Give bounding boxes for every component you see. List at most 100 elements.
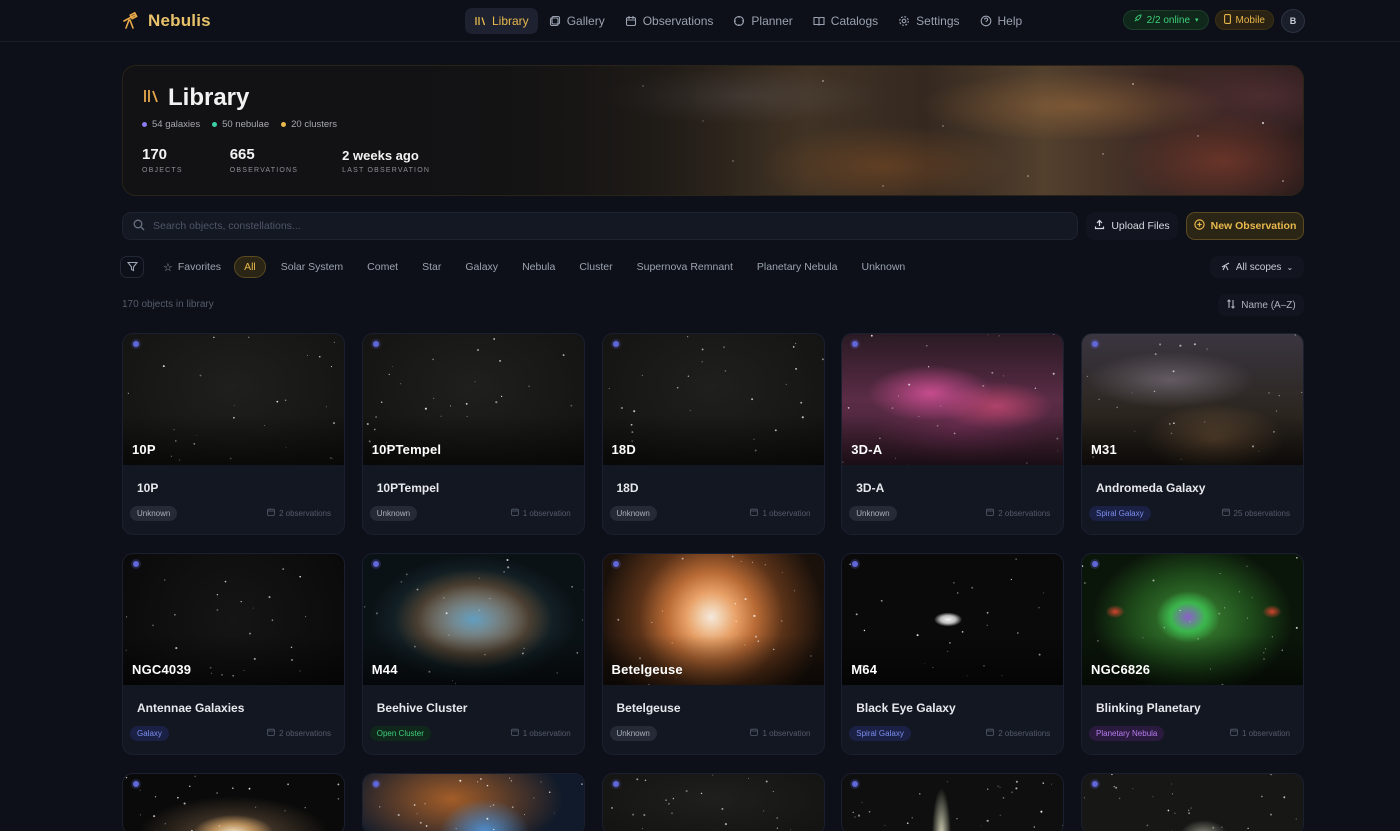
online-status-pill[interactable]: 2/2 online ▾	[1122, 10, 1209, 30]
object-name: 10PTempel	[376, 481, 440, 495]
observation-count: 25 observations	[1221, 508, 1290, 518]
hero-content: Library 54 galaxies 50 nebulae 20 cluste…	[142, 84, 337, 130]
filter-chip-comet[interactable]: Comet	[358, 256, 407, 278]
nebulae-summary: 50 nebulae	[212, 119, 269, 130]
filter-chip-unknown[interactable]: Unknown	[852, 256, 914, 278]
library-icon	[142, 84, 160, 112]
object-card[interactable]	[1081, 773, 1304, 831]
favorite-dot-icon[interactable]	[612, 781, 619, 787]
favorite-dot-icon[interactable]	[612, 341, 619, 347]
object-card[interactable]: 3D-A 3D-A Unknown 2 observations	[841, 333, 1065, 535]
object-type-badge: Galaxy	[130, 726, 169, 741]
thumbnail-fade	[1082, 415, 1303, 465]
object-card[interactable]: 10P 10P Unknown 2 observations	[122, 333, 345, 535]
object-catalog-id: 3D-A	[851, 442, 883, 457]
online-status-label: 2/2 online	[1146, 14, 1191, 26]
object-card[interactable]: NGC4039 Antennae Galaxies Galaxy 2 observat…	[122, 553, 345, 755]
object-card[interactable]	[841, 773, 1065, 831]
filter-icon	[126, 260, 138, 275]
filter-button[interactable]	[120, 256, 144, 278]
filter-chip-all[interactable]: All	[234, 256, 266, 278]
book-icon	[813, 15, 825, 27]
object-type-badge: Unknown	[849, 506, 897, 521]
favorite-dot-icon[interactable]	[1092, 561, 1098, 567]
favorite-dot-icon[interactable]	[612, 561, 619, 567]
nav-catalogs-label: Catalogs	[830, 14, 879, 28]
scope-select[interactable]: All scopes ⌄	[1210, 256, 1304, 278]
calendar-icon	[750, 728, 759, 738]
thumbnail-fade	[362, 635, 584, 685]
filter-chip-supernova-remnant[interactable]: Supernova Remnant	[628, 256, 742, 278]
upload-files-button[interactable]: Upload Files	[1086, 212, 1178, 240]
observation-count: 2 observations	[986, 508, 1050, 518]
object-thumbnail: 3D-A	[842, 334, 1064, 465]
filter-chip-nebula[interactable]: Nebula	[513, 256, 564, 278]
favorite-dot-icon[interactable]	[372, 341, 379, 347]
object-card[interactable]: M64 Black Eye Galaxy Spiral Galaxy 2 observ…	[841, 553, 1065, 755]
nebulae-label: nebulae	[235, 119, 270, 130]
object-thumbnail	[1082, 774, 1303, 831]
calendar-icon	[1221, 508, 1230, 518]
favorite-dot-icon[interactable]	[133, 561, 139, 567]
nav-catalogs[interactable]: Catalogs	[804, 8, 887, 34]
nav-gallery[interactable]: Gallery	[540, 8, 614, 34]
object-card[interactable]: Betelgeuse Betelgeuse Unknown 1 observation	[601, 553, 825, 755]
search-input[interactable]	[153, 220, 1033, 232]
galaxies-count: 54	[152, 119, 163, 130]
nav-observations[interactable]: Observations	[616, 8, 723, 34]
filter-chip-star[interactable]: Star	[413, 256, 450, 278]
observation-count: 2 observations	[267, 508, 331, 518]
calendar-icon	[510, 728, 519, 738]
search-bar[interactable]	[122, 212, 1078, 240]
observation-count: 1 observation	[1230, 728, 1290, 738]
nav-gallery-label: Gallery	[566, 14, 605, 28]
filter-favorites-label: Favorites	[177, 261, 222, 273]
nav-library[interactable]: Library	[465, 8, 538, 34]
status-pills: 2/2 online ▾ Mobile	[1122, 10, 1274, 30]
galaxies-summary: 54 galaxies	[142, 119, 200, 130]
favorite-dot-icon[interactable]	[1092, 341, 1098, 347]
favorite-dot-icon[interactable]	[133, 781, 139, 787]
filter-chip-galaxy[interactable]: Galaxy	[456, 256, 507, 278]
hero-summary: 54 galaxies 50 nebulae 20 clusters	[142, 119, 337, 130]
favorite-dot-icon[interactable]	[372, 781, 379, 787]
object-card[interactable]: NGC6826 Blinking Planetary Planetary Nebul…	[1081, 553, 1304, 755]
mobile-pill[interactable]: Mobile	[1214, 10, 1274, 30]
nav-planner[interactable]: Planner	[724, 8, 801, 34]
galaxies-label: galaxies	[165, 119, 201, 130]
stat-objects-label: OBJECTS	[142, 167, 183, 174]
favorite-dot-icon[interactable]	[133, 341, 139, 347]
object-card[interactable]	[601, 773, 825, 831]
sort-button[interactable]: Name (A–Z)	[1218, 294, 1304, 316]
object-card[interactable]: 18D 18D Unknown 1 observation	[601, 333, 825, 535]
chevron-down-icon: ⌄	[1286, 262, 1294, 272]
object-thumbnail: Betelgeuse	[602, 554, 824, 685]
object-name: Beehive Cluster	[376, 701, 468, 715]
object-card[interactable]: M44 Beehive Cluster Open Cluster 1 observat…	[361, 553, 585, 755]
object-type-badge: Unknown	[609, 726, 657, 741]
object-card[interactable]: 10PTempel 10PTempel Unknown 1 observation	[361, 333, 585, 535]
phone-icon	[1223, 13, 1231, 27]
favorite-dot-icon[interactable]	[372, 561, 379, 567]
new-observation-button[interactable]: New Observation	[1186, 212, 1304, 240]
nav-settings[interactable]: Settings	[889, 8, 968, 34]
observation-count: 1 observation	[510, 728, 571, 738]
object-name: Antennae Galaxies	[137, 701, 245, 715]
object-catalog-id: Betelgeuse	[611, 662, 683, 677]
filter-favorites[interactable]: ☆ Favorites	[154, 256, 230, 278]
nav-help[interactable]: Help	[971, 8, 1032, 34]
brand[interactable]: Nebulis	[122, 11, 211, 31]
object-catalog-id: 10P	[132, 442, 156, 457]
object-card[interactable]: M31 Andromeda Galaxy Spiral Galaxy 25 obser…	[1081, 333, 1304, 535]
search-icon	[133, 219, 145, 234]
filter-chip-planetary-nebula[interactable]: Planetary Nebula	[748, 256, 847, 278]
object-name: Blinking Planetary	[1096, 701, 1201, 715]
thumbnail-fade	[1082, 635, 1303, 685]
filter-chip-solar-system[interactable]: Solar System	[272, 256, 352, 278]
user-avatar[interactable]: B	[1281, 9, 1305, 33]
filter-chip-cluster[interactable]: Cluster	[570, 256, 621, 278]
object-card[interactable]	[122, 773, 345, 831]
favorite-dot-icon[interactable]	[1092, 781, 1098, 787]
object-card[interactable]	[361, 773, 585, 831]
stat-observations: 665 OBSERVATIONS	[230, 146, 298, 174]
